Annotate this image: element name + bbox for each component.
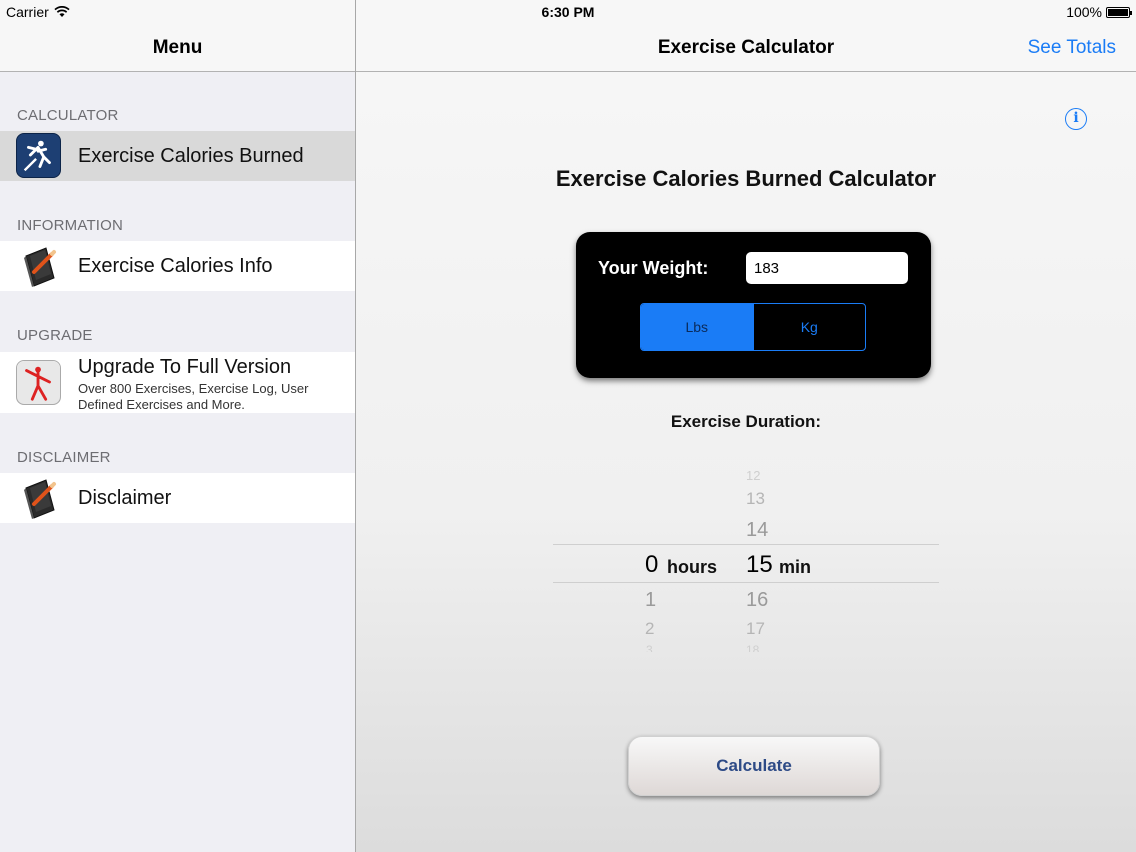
weight-label: Your Weight: (598, 258, 709, 278)
battery-percent: 100% (1066, 4, 1102, 20)
hours-selected-value[interactable]: 0 (645, 551, 658, 579)
menu-item-upgrade-full-version[interactable]: Upgrade To Full Version Over 800 Exercis… (0, 352, 355, 413)
menu-item-text: Exercise Calories Info (78, 255, 273, 278)
running-figure-icon (16, 133, 61, 178)
minutes-option[interactable]: 13 (746, 489, 765, 509)
calculator-title: Exercise Calories Burned Calculator (555, 166, 937, 191)
menu-title: Menu (152, 37, 203, 58)
menu-item-label: Upgrade To Full Version (78, 356, 292, 378)
duration-label: Exercise Duration: (670, 412, 822, 431)
duration-picker[interactable]: 0 hours 1 2 3 12 13 14 15 min 16 17 18 (553, 460, 939, 660)
status-time: 6:30 PM (541, 4, 595, 20)
menu-item-disclaimer[interactable]: Disclaimer (0, 473, 355, 523)
weight-panel: Your Weight: Lbs Kg (576, 232, 931, 378)
section-header-upgrade: UPGRADE (17, 327, 93, 344)
stretching-figure-icon (16, 360, 61, 405)
hours-unit-label: hours (667, 557, 718, 577)
minutes-option[interactable]: 17 (746, 619, 765, 639)
section-header-disclaimer: DISCLAIMER (17, 449, 111, 466)
hours-option[interactable]: 3 (646, 643, 653, 652)
menu-item-text: Exercise Calories Burned (78, 145, 304, 168)
status-bar: Carrier 6:30 PM 100% (0, 0, 1136, 22)
status-right: 100% (1066, 4, 1132, 20)
battery-icon (1106, 6, 1132, 18)
menu-item-text: Disclaimer (78, 487, 171, 510)
minutes-option[interactable]: 16 (746, 589, 768, 612)
book-pencil-icon (24, 479, 56, 519)
calculator-pane: Exercise Calculator See Totals i Exercis… (356, 0, 1136, 852)
unit-lbs-segment[interactable]: Lbs (641, 304, 753, 350)
unit-kg-segment[interactable]: Kg (752, 304, 866, 350)
info-icon[interactable]: i (1065, 108, 1087, 130)
menu-item-exercise-calories-info[interactable]: Exercise Calories Info (0, 241, 355, 291)
split-divider (355, 0, 356, 852)
menu-item-subtitle: Over 800 Exercises, Exercise Log, User D… (78, 381, 309, 412)
menu-item-label: Exercise Calories Info (78, 254, 273, 277)
menu-item-exercise-calories-burned[interactable]: Exercise Calories Burned (0, 131, 355, 181)
calculator-nav-title: Exercise Calculator (657, 37, 835, 58)
minutes-option[interactable]: 14 (746, 519, 768, 542)
hours-option[interactable]: 1 (645, 589, 656, 612)
hours-option[interactable]: 2 (645, 619, 654, 639)
menu-item-label: Exercise Calories Burned (78, 144, 304, 167)
minutes-option[interactable]: 12 (746, 468, 760, 480)
menu-pane: Menu CALCULATOR Exercise Calories Burned… (0, 0, 355, 852)
see-totals-button[interactable]: See Totals (1028, 37, 1116, 59)
calculate-button[interactable]: Calculate (628, 736, 880, 796)
unit-segmented-control: Lbs Kg (640, 303, 866, 351)
weight-input[interactable] (746, 252, 908, 284)
minutes-unit-label: min (779, 557, 812, 577)
minutes-selected-value[interactable]: 15 (746, 551, 773, 579)
menu-item-label: Disclaimer (78, 486, 172, 509)
minutes-option[interactable]: 18 (746, 643, 759, 652)
section-header-calculator: CALCULATOR (17, 107, 119, 124)
section-header-information: INFORMATION (17, 217, 124, 234)
menu-item-text: Upgrade To Full Version Over 800 Exercis… (78, 356, 338, 413)
book-pencil-icon (24, 247, 56, 287)
